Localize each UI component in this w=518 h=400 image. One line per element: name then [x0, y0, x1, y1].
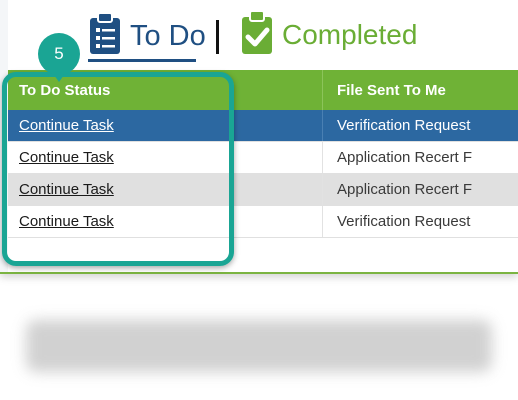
column-header-file[interactable]: File Sent To Me — [322, 70, 518, 110]
tab-completed[interactable]: Completed — [240, 9, 418, 61]
tab-todo-label: To Do — [130, 19, 206, 52]
tab-todo[interactable]: To Do — [88, 11, 206, 61]
tab-completed-label: Completed — [282, 19, 418, 50]
callout-highlight-box — [2, 72, 234, 266]
file-cell: Verification Request — [322, 206, 518, 237]
clipboard-list-icon — [88, 11, 122, 61]
blurred-area — [26, 320, 492, 372]
file-cell: Application Recert F — [322, 142, 518, 173]
file-cell: Verification Request — [322, 110, 518, 141]
file-cell: Application Recert F — [322, 174, 518, 205]
callout-number-badge: 5 — [38, 33, 80, 75]
clipboard-check-icon — [240, 9, 274, 61]
tab-divider — [216, 20, 219, 54]
active-tab-indicator — [88, 59, 196, 62]
